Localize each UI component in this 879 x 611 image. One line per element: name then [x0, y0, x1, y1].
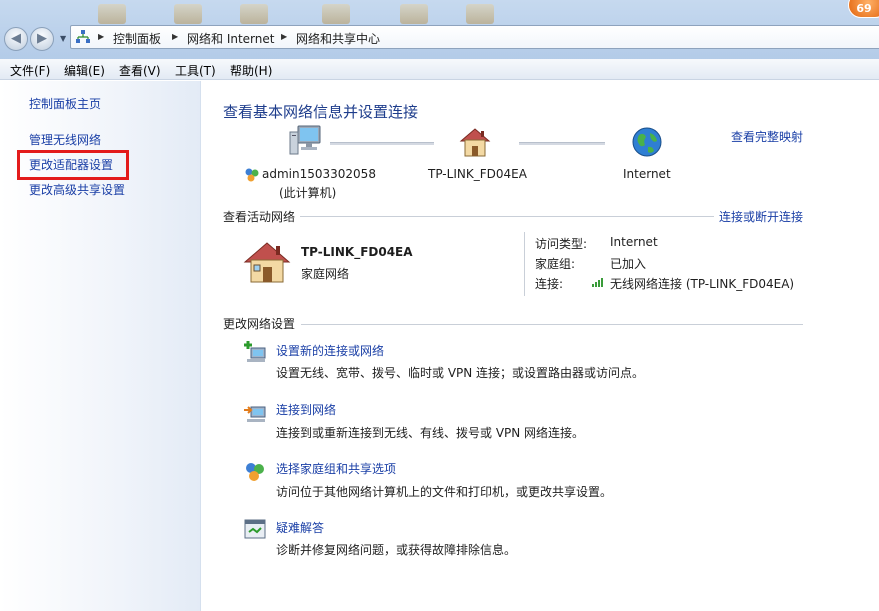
- section-divider: [300, 216, 714, 217]
- forward-button[interactable]: ▶: [30, 27, 54, 51]
- section-divider: [301, 324, 803, 325]
- active-networks-heading: 查看活动网络: [223, 210, 296, 224]
- active-network-name: TP-LINK_FD04EA: [301, 245, 413, 259]
- menu-file[interactable]: 文件(F): [10, 62, 50, 79]
- back-button[interactable]: ◀: [4, 27, 28, 51]
- breadcrumb-network-internet[interactable]: 网络和 Internet: [187, 30, 274, 47]
- wireless-connection-link[interactable]: 无线网络连接 (TP-LINK_FD04EA): [610, 275, 794, 292]
- breadcrumb-control-panel[interactable]: 控制面板: [113, 30, 161, 47]
- forward-arrow-icon: ▶: [37, 31, 47, 46]
- troubleshoot-desc: 诊断并修复网络问题，或获得故障排除信息。: [276, 543, 517, 557]
- homegroup-joined-link[interactable]: 已加入: [610, 255, 646, 272]
- connect-to-network-desc: 连接到或重新连接到无线、有线、拨号或 VPN 网络连接。: [276, 426, 585, 440]
- breadcrumb-separator-icon[interactable]: ▶: [281, 32, 287, 41]
- taskbar-icon: [240, 4, 268, 24]
- page-title: 查看基本网络信息并设置连接: [223, 103, 419, 121]
- breadcrumb-network-sharing-center[interactable]: 网络和共享中心: [296, 30, 380, 47]
- connection-label: 连接:: [535, 277, 564, 291]
- menu-tools[interactable]: 工具(T): [175, 62, 216, 79]
- homegroup-sharing-link[interactable]: 选择家庭组和共享选项: [276, 460, 396, 477]
- troubleshoot-icon: [244, 519, 266, 539]
- menu-view[interactable]: 查看(V): [119, 62, 161, 79]
- computer-name: admin1503302058: [262, 167, 376, 181]
- homegroup-label: 家庭组:: [535, 257, 576, 271]
- menu-bar: 文件(F) 编辑(E) 查看(V) 工具(T) 帮助(H): [0, 59, 879, 80]
- back-arrow-icon: ◀: [11, 31, 21, 46]
- change-settings-heading: 更改网络设置: [223, 317, 296, 331]
- taskbar-icon: [400, 4, 428, 24]
- breadcrumb-separator-icon[interactable]: ▶: [98, 32, 104, 41]
- highlight-box: [17, 150, 129, 180]
- address-bar[interactable]: ▶ 控制面板 ▶ 网络和 Internet ▶ 网络和共享中心: [70, 25, 879, 49]
- sidebar-item-advanced-sharing[interactable]: 更改高级共享设置: [29, 181, 125, 198]
- internet-label: Internet: [623, 167, 671, 181]
- setup-new-connection-desc: 设置无线、宽带、拨号、临时或 VPN 连接；或设置路由器或访问点。: [276, 366, 645, 380]
- connect-network-icon: [244, 406, 266, 422]
- taskbar-icon: [98, 4, 126, 24]
- router-name: TP-LINK_FD04EA: [428, 167, 527, 181]
- taskbar-icon: [466, 4, 494, 24]
- connect-disconnect-link[interactable]: 连接或断开连接: [719, 208, 803, 225]
- homegroup-sharing-desc: 访问位于其他网络计算机上的文件和打印机，或更改共享设置。: [276, 485, 613, 499]
- home-network-icon: [243, 242, 291, 283]
- connection-line: [519, 142, 605, 145]
- access-type-label: 访问类型:: [535, 237, 588, 251]
- title-bar: 69 ◀ ▶ ▼ ▶ 控制面板 ▶ 网络和 Internet ▶ 网络和共享中心: [0, 0, 879, 60]
- network-center-icon: [76, 30, 90, 43]
- sidebar-item-control-panel-home[interactable]: 控制面板主页: [29, 95, 101, 112]
- view-full-map-link[interactable]: 查看完整映射: [731, 128, 803, 145]
- internet-globe-icon: [632, 127, 662, 157]
- troubleshoot-link[interactable]: 疑难解答: [276, 519, 324, 536]
- access-type-value: Internet: [610, 235, 658, 249]
- homegroup-sharing-icon: [246, 463, 264, 481]
- history-dropdown-icon[interactable]: ▼: [60, 34, 66, 43]
- computer-note: (此计算机): [279, 186, 337, 200]
- router-house-icon: [459, 128, 491, 157]
- wifi-signal-icon: [592, 278, 603, 287]
- new-connection-icon: [244, 341, 266, 362]
- menu-help[interactable]: 帮助(H): [230, 62, 272, 79]
- setup-new-connection-link[interactable]: 设置新的连接或网络: [276, 342, 384, 359]
- connect-to-network-link[interactable]: 连接到网络: [276, 401, 336, 418]
- menu-edit[interactable]: 编辑(E): [64, 62, 105, 79]
- taskbar-icon: [174, 4, 202, 24]
- taskbar-icon: [322, 4, 350, 24]
- sidebar-item-manage-wireless[interactable]: 管理无线网络: [29, 131, 101, 148]
- computer-icon: [289, 125, 321, 155]
- vertical-divider: [524, 232, 525, 296]
- breadcrumb-separator-icon[interactable]: ▶: [172, 32, 178, 41]
- homegroup-icon: [245, 168, 259, 182]
- network-type-link[interactable]: 家庭网络: [301, 265, 349, 282]
- connection-line: [330, 142, 434, 145]
- notification-badge: 69: [848, 0, 879, 18]
